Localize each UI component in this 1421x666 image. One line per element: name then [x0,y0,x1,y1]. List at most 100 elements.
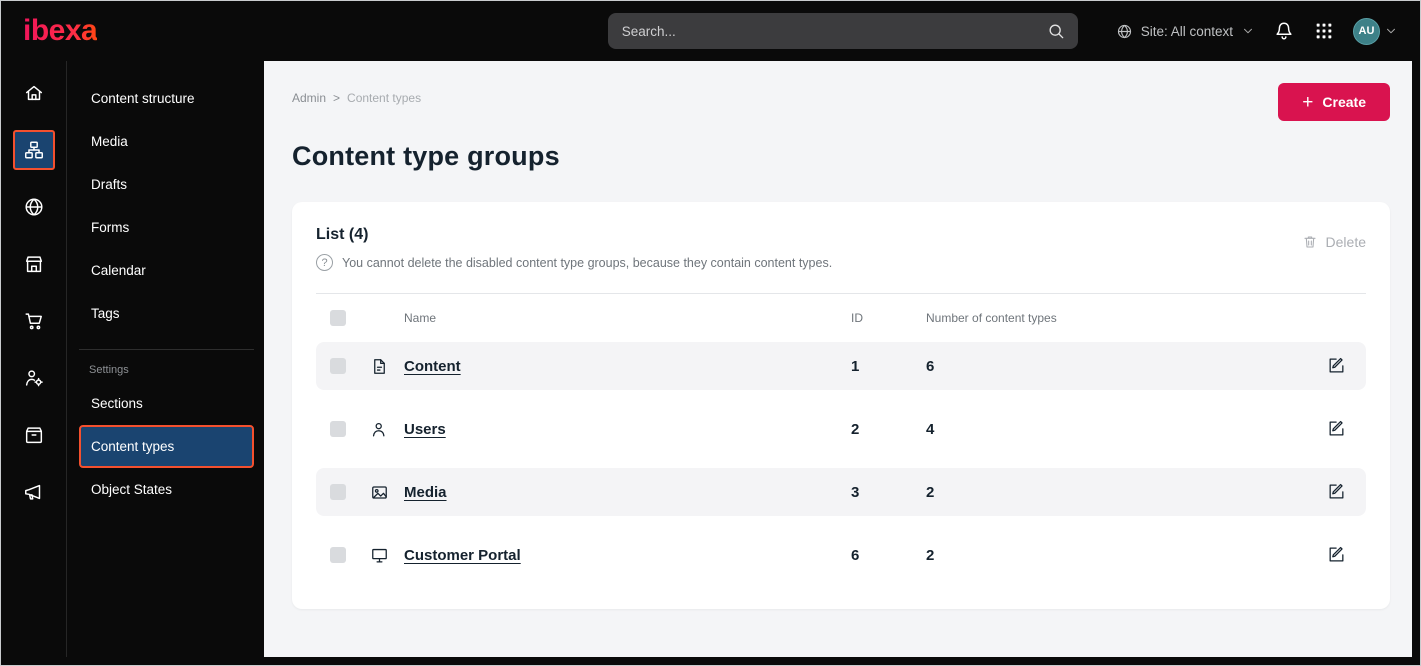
box-icon [25,427,42,444]
content-type-groups-card: List (4) ? You cannot delete the disable… [292,202,1390,609]
sidebar-item-media[interactable]: Media [79,120,254,163]
search-icon [1049,24,1064,39]
app-switcher-button[interactable] [1313,20,1335,42]
delete-button[interactable]: Delete [1302,234,1366,250]
breadcrumb-root[interactable]: Admin [292,91,326,105]
plus-icon: + [1302,91,1314,113]
row-checkbox[interactable] [330,484,346,500]
chevron-down-icon [1244,28,1252,34]
info-line: ? You cannot delete the disabled content… [316,254,832,271]
sitemap-icon [24,141,43,159]
card-header: List (4) ? You cannot delete the disable… [316,226,1366,271]
create-button-label: Create [1322,94,1366,110]
row-checkbox[interactable] [330,547,346,563]
icon-sidebar [1,61,66,657]
grid-icon [1316,23,1332,39]
group-name-link[interactable]: Users [404,421,851,438]
nav-marketing-button[interactable] [13,472,55,512]
breadcrumb: Admin > Content types [292,83,421,105]
row-checkbox[interactable] [330,421,346,437]
column-header-name: Name [404,311,437,325]
edit-icon [1329,546,1343,562]
main-content: Admin > Content types + Create Content t… [264,61,1412,657]
site-context-selector[interactable]: Site: All context [1116,23,1255,40]
trash-icon [1303,236,1316,248]
sidebar-item-tags[interactable]: Tags [79,292,254,335]
table-row: Content 1 6 [316,342,1366,390]
settings-section: Settings Sections Content types Object S… [79,349,254,511]
column-header-count: Number of content types [926,311,1057,325]
nav-catalog-button[interactable] [13,415,55,455]
group-count: 4 [926,420,935,438]
globe-icon [24,198,43,216]
table-header-row: Name ID Number of content types [316,294,1366,342]
edit-button[interactable] [1326,419,1346,439]
row-checkbox[interactable] [330,358,346,374]
global-search [607,13,1078,49]
group-id: 3 [851,483,860,501]
sidebar-item-content-structure[interactable]: Content structure [79,77,254,120]
user-icon [372,422,385,436]
site-context-label: Site: All context [1140,23,1233,39]
content-type-groups-table: Name ID Number of content types Content … [316,293,1366,579]
app-window: ibexa Site: All context [0,0,1421,666]
info-text: You cannot delete the disabled content t… [342,255,833,270]
nav-storefront-button[interactable] [13,244,55,284]
nav-user-settings-button[interactable] [13,358,55,398]
group-count: 2 [926,483,935,501]
group-id: 6 [851,546,860,564]
bell-icon [1276,22,1292,40]
sidebar-item-calendar[interactable]: Calendar [79,249,254,292]
group-name-link[interactable]: Media [404,484,851,501]
card-header-left: List (4) ? You cannot delete the disable… [316,226,832,271]
table-row: Customer Portal 6 2 [316,531,1366,579]
table-body: Content 1 6 Users 2 4 Media 3 2 Customer… [316,342,1366,579]
ibexa-logo[interactable]: ibexa [23,16,98,46]
menu-sidebar: Content structure Media Drafts Forms Cal… [66,61,264,657]
user-menu[interactable]: AU [1353,17,1398,45]
edit-button[interactable] [1326,482,1346,502]
avatar: AU [1353,17,1380,45]
edit-icon [1329,483,1343,499]
body: Content structure Media Drafts Forms Cal… [1,61,1420,665]
edit-button[interactable] [1326,545,1346,565]
image-icon [372,485,387,499]
page-title: Content type groups [292,141,560,171]
megaphone-icon [24,484,40,500]
edit-icon [1329,420,1343,436]
topbar-right-cluster: Site: All context AU [1116,17,1398,45]
create-button[interactable]: + Create [1278,83,1390,121]
sidebar-item-drafts[interactable]: Drafts [79,163,254,206]
monitor-icon [372,548,387,562]
select-all-checkbox[interactable] [330,310,346,326]
group-id: 2 [851,420,860,438]
group-name-link[interactable]: Customer Portal [404,547,851,564]
topbar: ibexa Site: All context [1,1,1420,61]
list-heading: List (4) [316,226,369,243]
breadcrumb-current: Content types [347,91,422,105]
sidebar-item-forms[interactable]: Forms [79,206,254,249]
cart-icon [24,313,42,330]
group-count: 2 [926,546,935,564]
sidebar-item-sections[interactable]: Sections [79,382,254,425]
storefront-icon [25,256,42,273]
nav-home-button[interactable] [13,73,55,113]
group-id: 1 [851,357,860,375]
search-input[interactable] [607,13,1078,49]
edit-button[interactable] [1326,356,1346,376]
sidebar-item-content-types[interactable]: Content types [79,425,254,468]
page-icon [374,358,385,374]
main-header: Admin > Content types + Create [292,83,1390,121]
nav-content-structure-button[interactable] [12,130,55,170]
group-name-link[interactable]: Content [404,358,851,375]
home-icon [25,85,42,101]
column-header-id: ID [851,311,863,325]
edit-icon [1329,357,1343,373]
chevron-down-icon [1387,28,1395,34]
nav-site-button[interactable] [13,187,55,227]
user-gear-icon [25,370,43,387]
sidebar-item-object-states[interactable]: Object States [79,468,254,511]
notifications-button[interactable] [1273,20,1295,42]
nav-commerce-button[interactable] [13,301,55,341]
table-row: Users 2 4 [316,405,1366,453]
